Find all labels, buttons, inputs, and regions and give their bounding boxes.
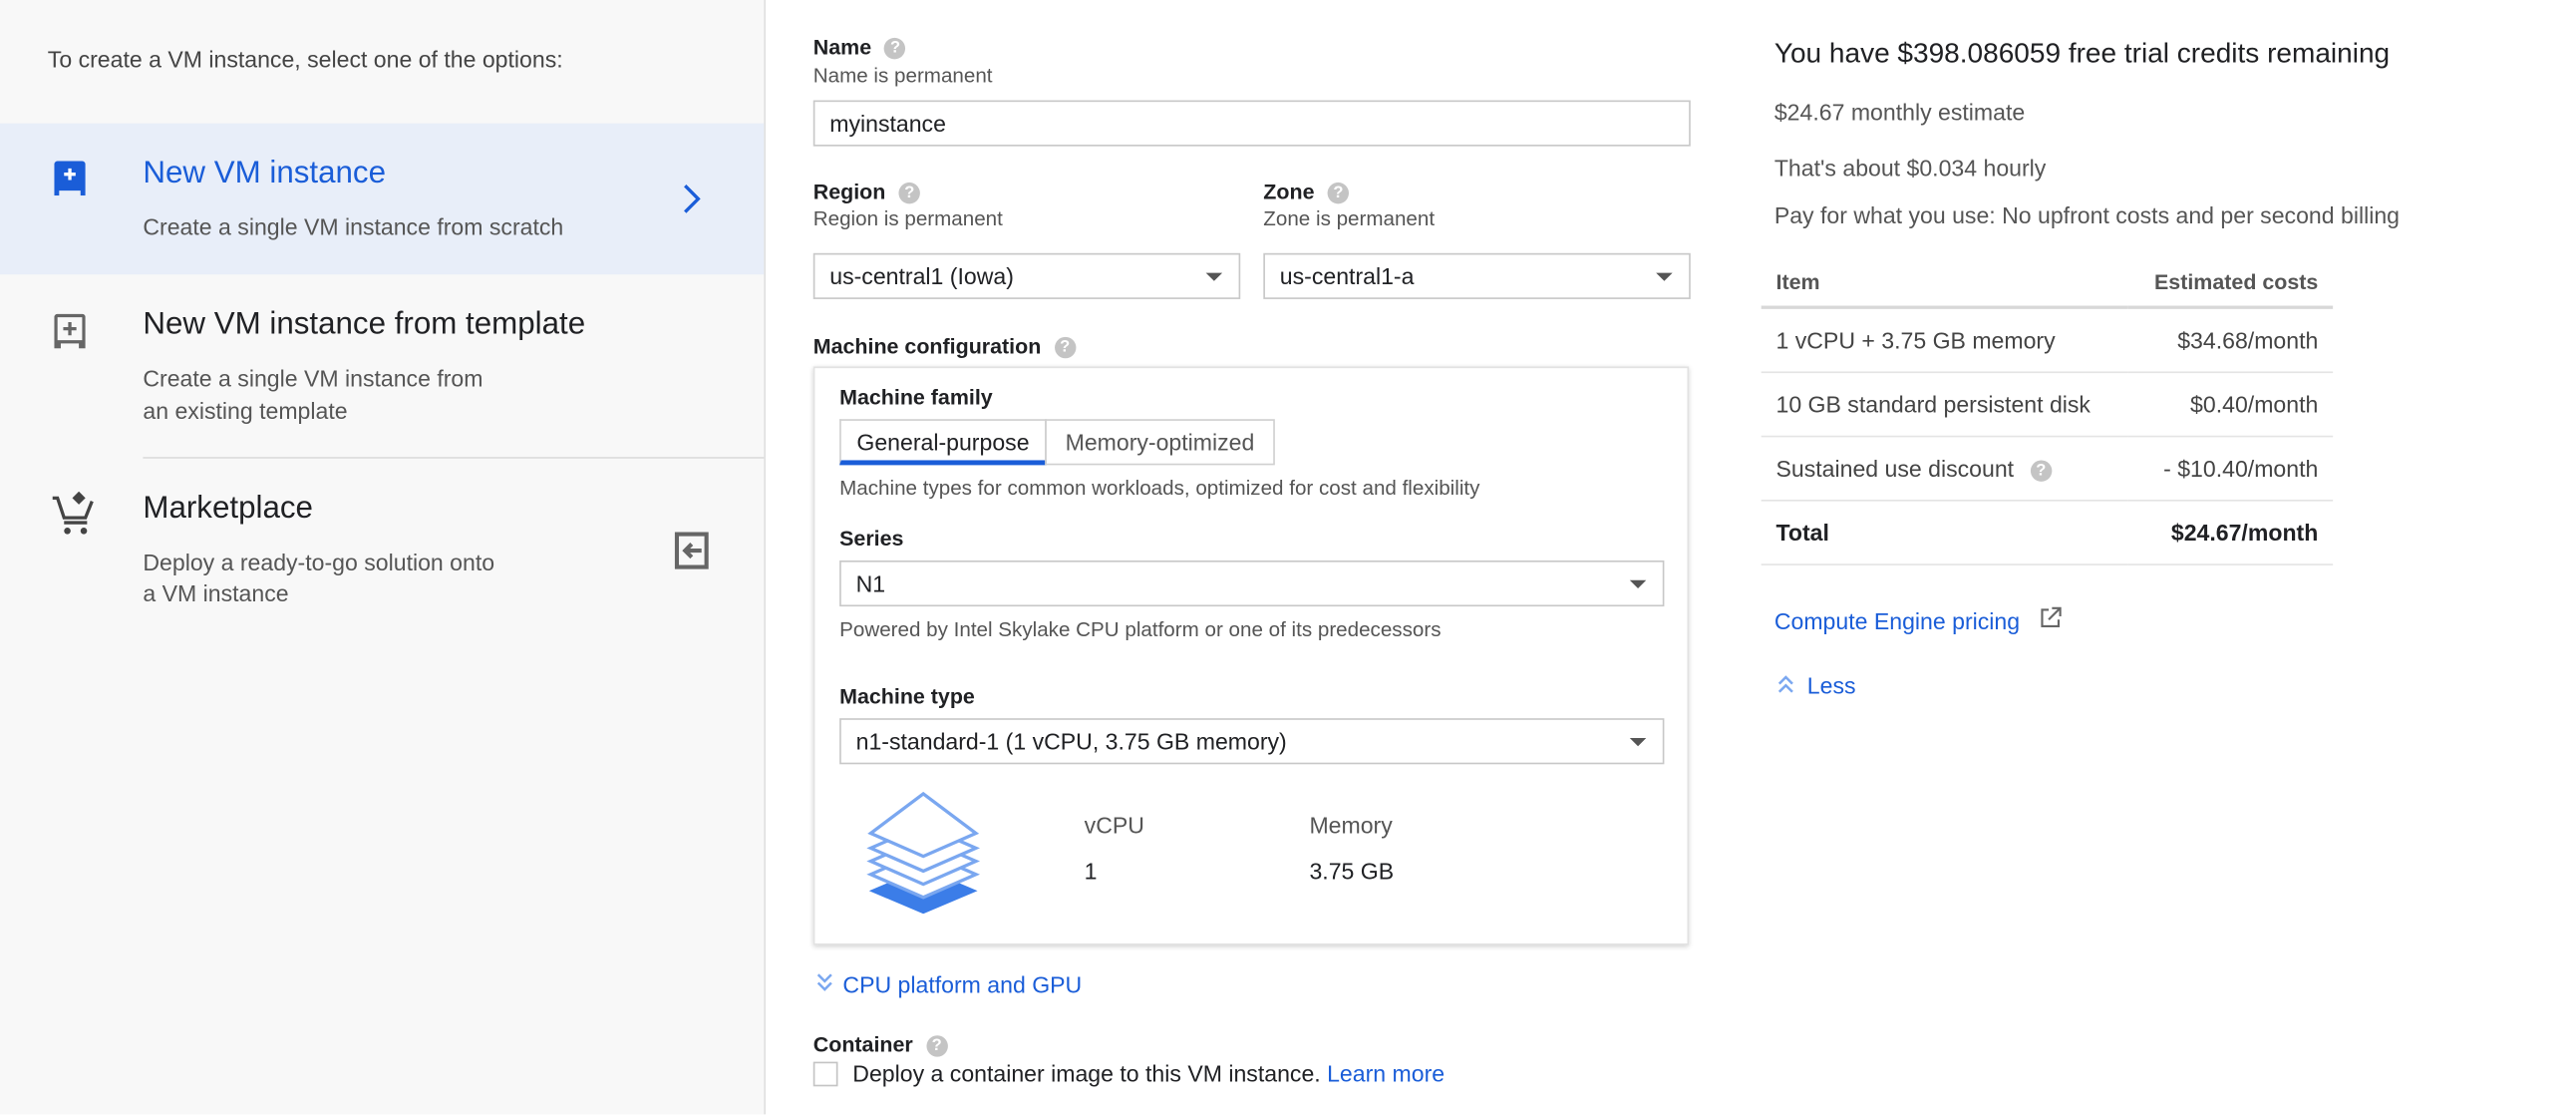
- option-desc: Create a single VM instance from scratch: [143, 213, 564, 240]
- external-link-icon: [2041, 606, 2063, 627]
- region-hint: Region is permanent: [812, 206, 1003, 230]
- tab-general-purpose[interactable]: General-purpose: [839, 419, 1047, 466]
- container-checkbox[interactable]: [812, 1061, 838, 1087]
- container-checkbox-label: Deploy a container image to this VM inst…: [852, 1059, 1446, 1087]
- name-label: Name?: [813, 35, 906, 60]
- option-desc-2: an existing template: [143, 397, 348, 425]
- header-estimated-costs: Estimated costs: [2126, 257, 2334, 309]
- table-row: 10 GB standard persistent disk $0.40/mont…: [1761, 372, 2334, 438]
- option-title: New VM instance: [143, 156, 387, 191]
- item-cell: 1 vCPU + 3.75 GB memory: [1761, 307, 2127, 374]
- add-vm-icon: [54, 161, 86, 196]
- item-cell: Sustained use discount?: [1761, 436, 2127, 502]
- option-new-vm-instance[interactable]: New VM instance Create a single VM insta…: [0, 123, 765, 275]
- total-value: $24.67/month: [2126, 500, 2334, 565]
- help-icon[interactable]: ?: [1054, 336, 1076, 359]
- dropdown-arrow-icon: [1205, 272, 1223, 281]
- vcpu-label: vCPU: [1084, 812, 1144, 839]
- help-icon[interactable]: ?: [884, 37, 906, 60]
- add-template-icon: [54, 313, 86, 349]
- zone-hint: Zone is permanent: [1263, 206, 1436, 230]
- cost-table: Item Estimated costs 1 vCPU + 3.75 GB mem…: [1761, 257, 2334, 565]
- cpu-platform-gpu-toggle[interactable]: CPU platform and GPU: [816, 971, 1082, 997]
- container-label: Container?: [813, 1032, 948, 1057]
- marketplace-cart-icon: [52, 491, 94, 535]
- machine-config-label: Machine configuration?: [813, 334, 1076, 359]
- zone-value: us-central1-a: [1279, 262, 1415, 290]
- option-title: New VM instance from template: [143, 307, 586, 342]
- total-label: Total: [1761, 500, 2127, 565]
- region-select[interactable]: us-central1 (Iowa): [812, 252, 1241, 299]
- machine-family-desc: Machine types for common workloads, opti…: [839, 476, 1480, 500]
- learn-more-link[interactable]: Learn more: [1327, 1060, 1445, 1086]
- dropdown-arrow-icon: [1629, 737, 1647, 747]
- option-new-vm-from-template[interactable]: New VM instance from template Create a s…: [0, 274, 764, 457]
- double-chevron-up-icon: [1777, 675, 1793, 693]
- series-desc: Powered by Intel Skylake CPU platform or…: [839, 617, 1442, 641]
- cpu-platform-link-text: CPU platform and GPU: [842, 970, 1083, 998]
- monthly-estimate: $24.67 monthly estimate: [1773, 98, 2026, 126]
- series-label: Series: [839, 526, 904, 552]
- dropdown-arrow-icon: [1629, 579, 1647, 588]
- less-toggle[interactable]: Less: [1777, 672, 1856, 698]
- help-icon[interactable]: ?: [925, 1035, 948, 1057]
- chevron-right-icon: [684, 185, 701, 213]
- machine-type-label: Machine type: [839, 683, 975, 709]
- zone-select[interactable]: us-central1-a: [1263, 252, 1691, 299]
- dropdown-arrow-icon: [1656, 272, 1673, 281]
- table-row: Sustained use discount? - $10.40/month: [1761, 436, 2334, 502]
- name-hint: Name is permanent: [812, 64, 993, 88]
- cost-cell: $0.40/month: [2126, 372, 2334, 438]
- series-select[interactable]: N1: [839, 559, 1665, 607]
- machine-stack-icon: [866, 791, 981, 915]
- double-chevron-down-icon: [816, 973, 832, 991]
- credits-title: You have $398.086059 free trial credits …: [1773, 37, 2391, 70]
- billing-note: Pay for what you use: No upfront costs a…: [1773, 201, 2401, 229]
- vcpu-value: 1: [1084, 858, 1098, 885]
- table-row: 1 vCPU + 3.75 GB memory $34.68/month: [1761, 307, 2334, 374]
- machine-type-select[interactable]: n1-standard-1 (1 vCPU, 3.75 GB memory): [839, 718, 1665, 765]
- help-icon[interactable]: ?: [2030, 460, 2052, 482]
- compute-engine-pricing-link[interactable]: Compute Engine pricing: [1774, 606, 2063, 634]
- machine-family-label: Machine family: [839, 384, 993, 410]
- hourly-estimate: That's about $0.034 hourly: [1773, 154, 2047, 182]
- option-title: Marketplace: [143, 491, 313, 527]
- tab-memory-optimized[interactable]: Memory-optimized: [1045, 419, 1275, 466]
- option-desc: Deploy a ready-to-go solution onto: [143, 549, 495, 575]
- help-icon[interactable]: ?: [898, 182, 920, 204]
- region-value: us-central1 (Iowa): [829, 262, 1014, 290]
- name-input[interactable]: myinstance: [812, 100, 1691, 147]
- open-external-panel-icon[interactable]: [674, 531, 710, 570]
- series-value: N1: [855, 569, 886, 597]
- item-cell: 10 GB standard persistent disk: [1761, 372, 2127, 438]
- table-header: Item Estimated costs: [1761, 257, 2334, 309]
- region-label: Region?: [813, 180, 920, 204]
- memory-label: Memory: [1309, 812, 1393, 839]
- option-desc-2: a VM instance: [143, 579, 289, 607]
- option-marketplace[interactable]: Marketplace Deploy a ready-to-go solutio…: [0, 459, 764, 639]
- machine-type-value: n1-standard-1 (1 vCPU, 3.75 GB memory): [855, 728, 1287, 755]
- create-options-panel: To create a VM instance, select one of t…: [0, 0, 766, 1115]
- total-row: Total $24.67/month: [1761, 500, 2334, 565]
- cost-cell: - $10.40/month: [2126, 436, 2334, 502]
- zone-label: Zone?: [1263, 180, 1350, 204]
- cost-cell: $34.68/month: [2126, 307, 2334, 374]
- intro-text: To create a VM instance, select one of t…: [47, 46, 563, 73]
- memory-value: 3.75 GB: [1309, 858, 1395, 885]
- help-icon[interactable]: ?: [1327, 182, 1350, 204]
- option-desc: Create a single VM instance from: [143, 364, 483, 392]
- header-item: Item: [1761, 257, 2127, 309]
